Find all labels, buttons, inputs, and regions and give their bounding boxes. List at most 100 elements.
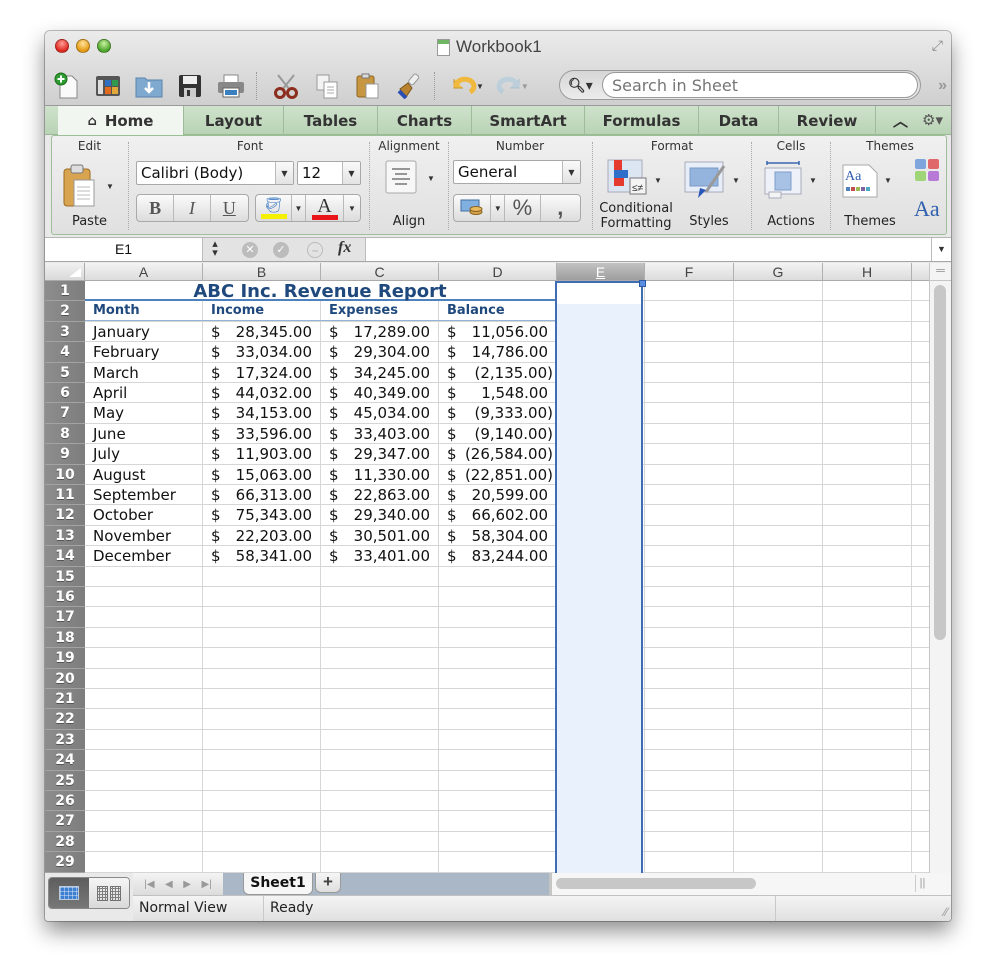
cell[interactable]: [912, 301, 929, 322]
expenses-cell[interactable]: $45,034.00: [321, 403, 439, 424]
insert-function-circle-icon[interactable]: –: [307, 242, 323, 258]
styles-button[interactable]: ▼: [684, 160, 746, 208]
cell[interactable]: [823, 607, 912, 628]
cell[interactable]: [823, 627, 912, 649]
month-cell[interactable]: August: [85, 464, 203, 485]
column-header-d[interactable]: D: [439, 263, 557, 281]
column-header-h[interactable]: H: [823, 263, 912, 281]
cell[interactable]: [321, 566, 439, 587]
cell[interactable]: [912, 322, 929, 343]
toolbar-overflow-icon[interactable]: »: [938, 77, 947, 95]
cell[interactable]: [734, 729, 823, 751]
cell[interactable]: [823, 852, 912, 873]
font-size-select[interactable]: 12 ▼: [297, 161, 361, 185]
row-header-6[interactable]: 6: [45, 383, 85, 404]
row-header-28[interactable]: 28: [45, 831, 85, 853]
cell[interactable]: [645, 383, 734, 404]
active-cell-e1[interactable]: [557, 283, 641, 304]
cell[interactable]: [203, 729, 321, 751]
search-in-sheet-input[interactable]: [602, 72, 918, 98]
balance-cell[interactable]: $ (2,135.00): [439, 362, 557, 383]
formula-input[interactable]: [365, 238, 931, 261]
expand-formula-bar-icon[interactable]: ▼: [931, 238, 951, 261]
column-label-cell[interactable]: Month: [85, 301, 203, 322]
column-header-b[interactable]: B: [203, 263, 321, 281]
templates-gallery-icon[interactable]: [92, 71, 124, 101]
redo-icon[interactable]: [493, 71, 525, 101]
cell[interactable]: [645, 668, 734, 689]
row-header-25[interactable]: 25: [45, 770, 85, 791]
cell[interactable]: [203, 627, 321, 649]
cell[interactable]: [823, 648, 912, 669]
cell[interactable]: [823, 770, 912, 791]
cell[interactable]: [85, 770, 203, 791]
cell[interactable]: [645, 525, 734, 547]
cell[interactable]: [645, 627, 734, 649]
cell[interactable]: [439, 648, 557, 669]
cell[interactable]: [645, 791, 734, 812]
cell[interactable]: [321, 607, 439, 628]
month-cell[interactable]: June: [85, 423, 203, 445]
cell[interactable]: [439, 852, 557, 873]
cell[interactable]: [734, 852, 823, 873]
tab-review[interactable]: Review: [779, 106, 876, 135]
tab-data[interactable]: Data: [699, 106, 779, 135]
cell[interactable]: [645, 403, 734, 424]
select-all-corner[interactable]: [45, 263, 85, 281]
tab-smartart[interactable]: SmartArt: [472, 106, 585, 135]
cell[interactable]: [321, 791, 439, 812]
column-header-a[interactable]: A: [85, 263, 203, 281]
cell[interactable]: [203, 566, 321, 587]
cell[interactable]: [734, 505, 823, 526]
cell[interactable]: [645, 321, 734, 343]
cell[interactable]: [823, 811, 912, 832]
cell[interactable]: [321, 852, 439, 873]
cell[interactable]: [85, 811, 203, 832]
bold-button[interactable]: B: [137, 195, 175, 221]
cell[interactable]: [823, 587, 912, 608]
cell[interactable]: [912, 465, 929, 485]
cell[interactable]: [823, 750, 912, 771]
month-cell[interactable]: December: [85, 546, 203, 567]
row-header-24[interactable]: 24: [45, 750, 85, 771]
cell[interactable]: [203, 831, 321, 853]
row-header-11[interactable]: 11: [45, 485, 85, 506]
number-format-select[interactable]: General ▼: [453, 160, 581, 184]
row-header-17[interactable]: 17: [45, 607, 85, 628]
cell[interactable]: [645, 729, 734, 751]
cell[interactable]: [645, 423, 734, 445]
month-cell[interactable]: September: [85, 485, 203, 506]
underline-button[interactable]: U: [211, 195, 248, 221]
cancel-entry-icon[interactable]: ✕: [242, 242, 258, 258]
cell[interactable]: [823, 403, 912, 424]
cell[interactable]: [321, 811, 439, 832]
cell[interactable]: [645, 607, 734, 628]
cell[interactable]: [645, 811, 734, 832]
cell[interactable]: [912, 852, 929, 873]
themes-dropdown-icon[interactable]: ▼: [884, 176, 892, 185]
row-header-13[interactable]: 13: [45, 525, 85, 547]
cell[interactable]: [85, 566, 203, 587]
fill-color-button[interactable]: 🪣︎: [256, 195, 292, 221]
row-header-15[interactable]: 15: [45, 566, 85, 587]
theme-fonts-button[interactable]: Aa: [914, 196, 948, 226]
spreadsheet-grid[interactable]: A B C D E F G H 1 2 Month Income Expenses Bal…: [45, 263, 929, 873]
balance-cell[interactable]: $58,304.00: [439, 525, 557, 547]
save-icon[interactable]: [174, 71, 206, 101]
cell[interactable]: [734, 627, 823, 649]
cell[interactable]: [734, 648, 823, 669]
cell[interactable]: [912, 383, 929, 404]
cell[interactable]: [823, 791, 912, 812]
new-workbook-icon[interactable]: [51, 71, 83, 101]
cell[interactable]: [85, 587, 203, 608]
cell[interactable]: [321, 627, 439, 649]
font-name-select[interactable]: Calibri (Body) ▼: [136, 161, 294, 185]
cell[interactable]: [912, 628, 929, 649]
row-header-18[interactable]: 18: [45, 627, 85, 649]
cell[interactable]: [645, 444, 734, 465]
month-cell[interactable]: March: [85, 362, 203, 383]
collapse-ribbon-icon[interactable]: ︿: [893, 110, 908, 131]
name-box[interactable]: E1: [45, 238, 203, 261]
chevron-down-icon[interactable]: ▼: [275, 162, 293, 184]
cell[interactable]: [85, 689, 203, 710]
